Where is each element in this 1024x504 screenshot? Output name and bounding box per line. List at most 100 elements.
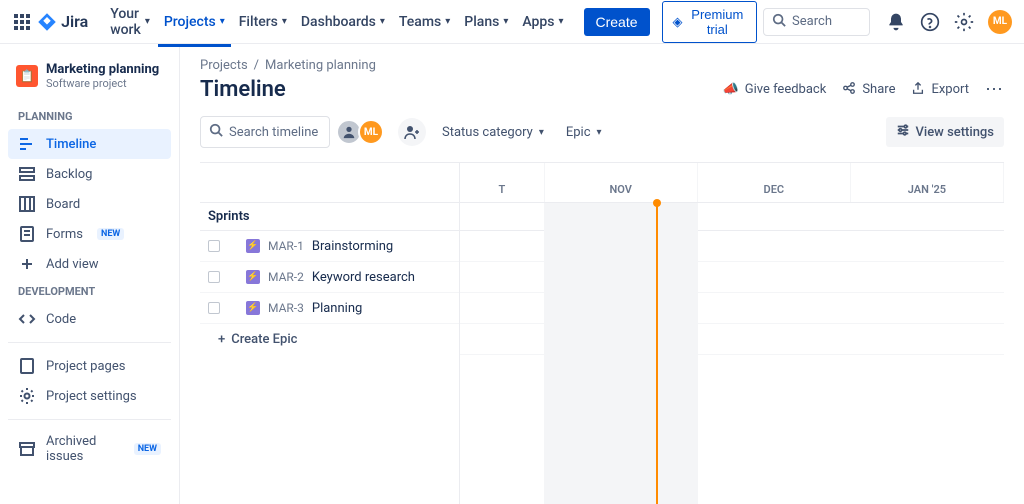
project-type: Software project bbox=[46, 77, 159, 90]
share-icon bbox=[842, 81, 856, 99]
breadcrumb-project[interactable]: Marketing planning bbox=[265, 58, 376, 73]
pages-icon bbox=[18, 357, 36, 375]
board-icon bbox=[18, 195, 36, 213]
settings-icon[interactable] bbox=[954, 12, 974, 32]
chevron-down-icon: ▾ bbox=[503, 16, 508, 27]
sidebar-project-settings[interactable]: Project settings bbox=[8, 381, 171, 411]
status-category-filter[interactable]: Status category▾ bbox=[436, 121, 550, 144]
chevron-down-icon: ▾ bbox=[539, 127, 544, 138]
epic-key[interactable]: MAR-1 bbox=[268, 239, 304, 253]
gear-icon bbox=[18, 387, 36, 405]
diamond-icon: ◈ bbox=[673, 14, 683, 30]
code-icon bbox=[18, 310, 36, 328]
timeline-icon bbox=[18, 135, 36, 153]
section-planning: PLANNING bbox=[8, 104, 171, 129]
breadcrumb-projects[interactable]: Projects bbox=[200, 58, 248, 73]
forms-icon bbox=[18, 225, 36, 243]
sprints-label: Sprints bbox=[200, 203, 459, 231]
logo-text: Jira bbox=[61, 12, 88, 31]
month-header: T bbox=[460, 163, 545, 202]
sliders-icon bbox=[896, 123, 910, 141]
epic-row[interactable]: ⚡ MAR-3 Planning bbox=[200, 293, 459, 324]
timeline-left-header bbox=[200, 163, 459, 203]
export-icon bbox=[911, 81, 925, 99]
sidebar-archived[interactable]: Archived issues NEW bbox=[8, 428, 171, 470]
sidebar-code[interactable]: Code bbox=[8, 304, 171, 334]
chevron-down-icon: ▾ bbox=[558, 16, 563, 27]
sidebar-add-view[interactable]: Add view bbox=[8, 249, 171, 279]
app-switcher-icon[interactable] bbox=[12, 10, 31, 34]
chevron-down-icon: ▾ bbox=[380, 16, 385, 27]
checkbox[interactable] bbox=[208, 240, 220, 252]
search-icon bbox=[209, 123, 223, 141]
nav-your-work[interactable]: Your work▾ bbox=[104, 2, 156, 42]
archive-icon bbox=[18, 440, 36, 458]
user-avatar-small[interactable]: ML bbox=[358, 119, 384, 145]
plus-icon: + bbox=[218, 332, 225, 347]
timeline-canvas[interactable]: T NOV DEC JAN '25 bbox=[460, 163, 1004, 504]
month-header: DEC bbox=[698, 163, 851, 202]
chevron-down-icon: ▾ bbox=[282, 16, 287, 27]
sidebar: 📋 Marketing planning Software project PL… bbox=[0, 44, 180, 504]
chevron-down-icon: ▾ bbox=[220, 16, 225, 27]
project-icon: 📋 bbox=[16, 65, 38, 87]
chevron-down-icon: ▾ bbox=[597, 127, 602, 138]
share-button[interactable]: Share bbox=[842, 81, 895, 99]
nav-filters[interactable]: Filters▾ bbox=[233, 10, 293, 34]
timeline-search[interactable]: Search timeline bbox=[200, 116, 330, 148]
chevron-down-icon: ▾ bbox=[145, 16, 150, 27]
plus-icon bbox=[18, 255, 36, 273]
sidebar-board[interactable]: Board bbox=[8, 189, 171, 219]
month-header: NOV bbox=[545, 163, 698, 202]
epic-summary[interactable]: Keyword research bbox=[312, 270, 415, 285]
view-settings-button[interactable]: View settings bbox=[886, 117, 1004, 147]
global-search[interactable]: Search bbox=[763, 8, 870, 36]
sidebar-project-pages[interactable]: Project pages bbox=[8, 351, 171, 381]
epic-filter[interactable]: Epic▾ bbox=[560, 121, 608, 144]
export-button[interactable]: Export bbox=[911, 81, 969, 99]
epic-key[interactable]: MAR-3 bbox=[268, 301, 304, 315]
nav-teams[interactable]: Teams▾ bbox=[393, 10, 456, 34]
create-epic-button[interactable]: + Create Epic bbox=[200, 324, 459, 355]
epic-icon: ⚡ bbox=[246, 239, 260, 253]
epic-row[interactable]: ⚡ MAR-1 Brainstorming bbox=[200, 231, 459, 262]
current-month-band bbox=[544, 203, 697, 504]
epic-icon: ⚡ bbox=[246, 301, 260, 315]
epic-summary[interactable]: Planning bbox=[312, 301, 362, 316]
breadcrumbs: Projects / Marketing planning bbox=[200, 58, 1004, 73]
sidebar-forms[interactable]: Forms NEW bbox=[8, 219, 171, 249]
section-development: DEVELOPMENT bbox=[8, 279, 171, 304]
add-people-button[interactable] bbox=[398, 118, 426, 146]
epic-row[interactable]: ⚡ MAR-2 Keyword research bbox=[200, 262, 459, 293]
give-feedback-button[interactable]: 📣 Give feedback bbox=[723, 82, 827, 97]
create-button[interactable]: Create bbox=[584, 8, 650, 36]
help-icon[interactable] bbox=[920, 12, 940, 32]
new-badge: NEW bbox=[134, 443, 161, 455]
page-title: Timeline bbox=[200, 77, 286, 102]
today-marker bbox=[656, 203, 658, 504]
epic-key[interactable]: MAR-2 bbox=[268, 270, 304, 284]
more-menu[interactable]: ⋯ bbox=[985, 79, 1004, 100]
month-header: JAN '25 bbox=[851, 163, 1004, 202]
nav-dashboards[interactable]: Dashboards▾ bbox=[295, 10, 391, 34]
chevron-down-icon: ▾ bbox=[445, 16, 450, 27]
search-placeholder: Search bbox=[792, 14, 832, 29]
sidebar-backlog[interactable]: Backlog bbox=[8, 159, 171, 189]
checkbox[interactable] bbox=[208, 271, 220, 283]
epic-summary[interactable]: Brainstorming bbox=[312, 239, 393, 254]
nav-plans[interactable]: Plans▾ bbox=[458, 10, 514, 34]
user-avatar[interactable]: ML bbox=[988, 10, 1012, 34]
sidebar-timeline[interactable]: Timeline bbox=[8, 129, 171, 159]
backlog-icon bbox=[18, 165, 36, 183]
new-badge: NEW bbox=[97, 228, 124, 240]
megaphone-icon: 📣 bbox=[723, 82, 739, 97]
project-name: Marketing planning bbox=[46, 62, 159, 77]
nav-apps[interactable]: Apps▾ bbox=[516, 10, 569, 34]
premium-trial-button[interactable]: ◈ Premium trial bbox=[662, 1, 758, 43]
checkbox[interactable] bbox=[208, 302, 220, 314]
nav-projects[interactable]: Projects▾ bbox=[158, 10, 231, 34]
jira-logo[interactable]: Jira bbox=[37, 12, 88, 32]
notifications-icon[interactable] bbox=[886, 12, 906, 32]
epic-icon: ⚡ bbox=[246, 270, 260, 284]
search-icon bbox=[772, 13, 786, 31]
